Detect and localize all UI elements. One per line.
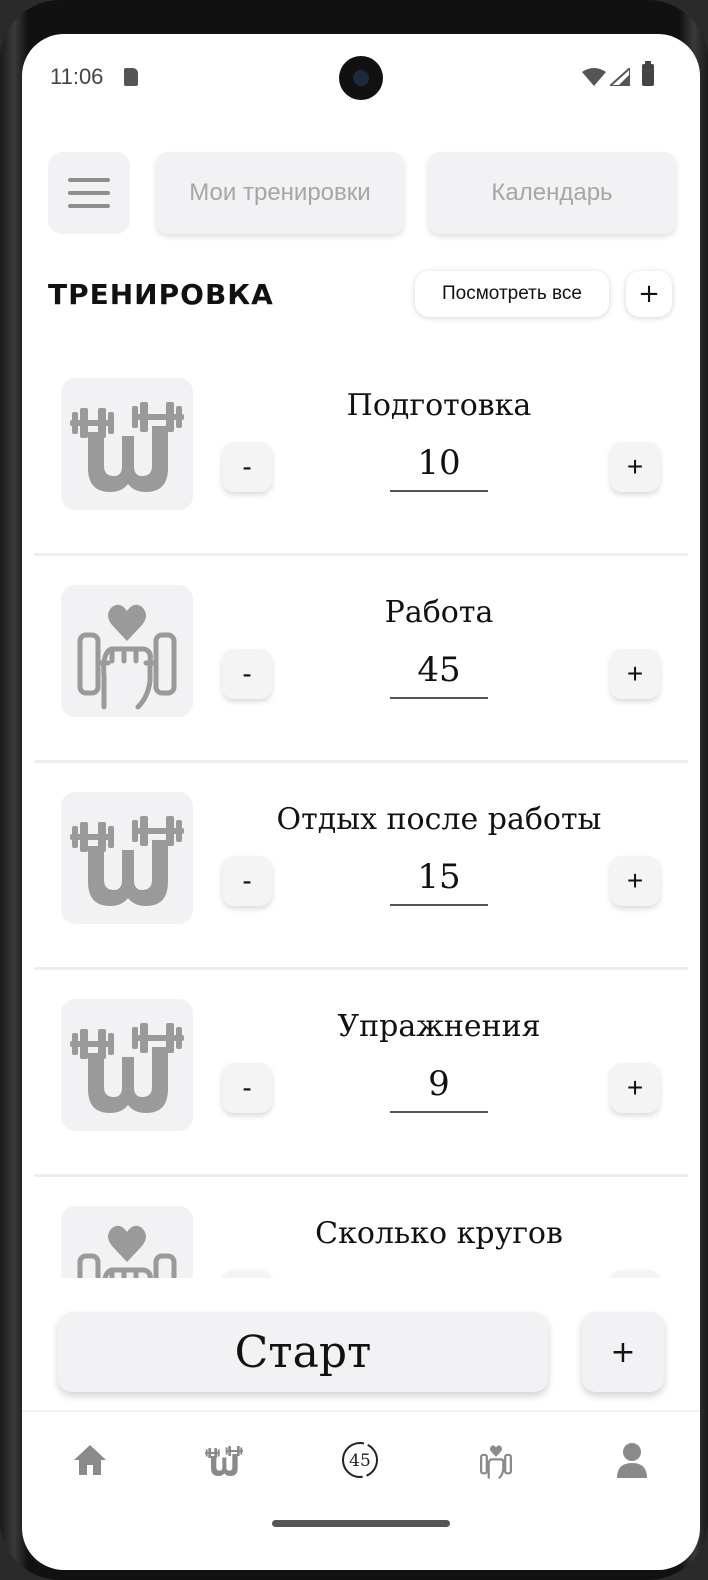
dumbbell-logo-icon [70, 402, 184, 492]
item-thumbnail [61, 792, 193, 924]
item-thumbnail [61, 378, 193, 510]
home-icon [74, 1445, 106, 1475]
fitness-heart-hand-icon [480, 1445, 512, 1479]
wifi-icon [582, 68, 606, 86]
hamburger-menu-button[interactable] [48, 152, 130, 234]
sd-card-icon [124, 68, 138, 86]
front-camera [339, 56, 383, 100]
decrement-button[interactable]: - [222, 856, 272, 906]
nav-profile[interactable] [602, 1436, 662, 1484]
hamburger-menu-icon [68, 178, 110, 182]
item-thumbnail [61, 999, 193, 1131]
fitness-heart-hand-icon [77, 1225, 177, 1278]
value-input[interactable] [390, 1266, 488, 1278]
add-training-button[interactable]: + [626, 271, 672, 317]
dumbbell-logo-icon [70, 1023, 184, 1113]
training-settings-list[interactable]: Подготовка - 10 + Работа - 45 + Отдых по… [22, 350, 700, 1278]
item-title: Работа [384, 595, 494, 630]
list-item: Упражнения - 9 + [34, 971, 688, 1177]
start-add-button[interactable]: + [582, 1312, 664, 1392]
battery-icon [642, 61, 654, 86]
value-input[interactable]: 15 [390, 852, 488, 906]
status-time: 11:06 [50, 64, 104, 89]
calendar-button[interactable]: Календарь [428, 152, 676, 234]
bottom-navigation: 45 [22, 1410, 700, 1510]
gesture-bar[interactable] [272, 1520, 450, 1527]
fitness-heart-hand-icon [77, 604, 177, 710]
phone-frame: 11:06 Мои тренировки Календарь ТРЕНИРОВК… [0, 0, 708, 1580]
timer-icon: 45 [342, 1442, 378, 1478]
item-thumbnail [61, 1206, 193, 1278]
increment-button[interactable]: + [610, 649, 660, 699]
my-trainings-button[interactable]: Мои тренировки [156, 152, 404, 234]
increment-button[interactable]: + [610, 1063, 660, 1113]
section-title: ТРЕНИРОВКА [48, 278, 274, 311]
timer-label: 45 [349, 1451, 371, 1471]
nav-workouts[interactable] [194, 1436, 254, 1484]
user-icon [617, 1443, 647, 1478]
item-title: Подготовка [346, 388, 532, 423]
view-all-button[interactable]: Посмотреть все [415, 271, 609, 317]
list-item: Сколько кругов - + [34, 1178, 688, 1278]
list-item: Отдых после работы - 15 + [34, 764, 688, 970]
increment-button[interactable]: + [610, 442, 660, 492]
decrement-button[interactable]: - [222, 1270, 272, 1278]
item-title: Упражнения [337, 1009, 541, 1044]
nav-home[interactable] [60, 1436, 120, 1484]
start-button[interactable]: Старт [58, 1312, 548, 1392]
status-bar: 11:06 [22, 34, 700, 124]
decrement-button[interactable]: - [222, 1063, 272, 1113]
decrement-button[interactable]: - [222, 442, 272, 492]
dumbbell-logo-icon [70, 816, 184, 906]
increment-button[interactable]: + [610, 856, 660, 906]
item-title: Отдых после работы [276, 802, 602, 837]
list-item: Подготовка - 10 + [34, 350, 688, 556]
value-input[interactable]: 9 [390, 1059, 488, 1113]
item-title: Сколько кругов [315, 1216, 563, 1251]
value-input[interactable]: 10 [390, 438, 488, 492]
signal-icon [610, 68, 630, 86]
item-thumbnail [61, 585, 193, 717]
value-input[interactable]: 45 [390, 645, 488, 699]
increment-button[interactable]: + [610, 1270, 660, 1278]
phone-screen: 11:06 Мои тренировки Календарь ТРЕНИРОВК… [22, 34, 700, 1570]
nav-timer[interactable]: 45 [330, 1436, 390, 1484]
nav-fitness[interactable] [466, 1436, 526, 1484]
list-item: Работа - 45 + [34, 557, 688, 763]
dumbbell-logo-icon [205, 1446, 243, 1476]
decrement-button[interactable]: - [222, 649, 272, 699]
